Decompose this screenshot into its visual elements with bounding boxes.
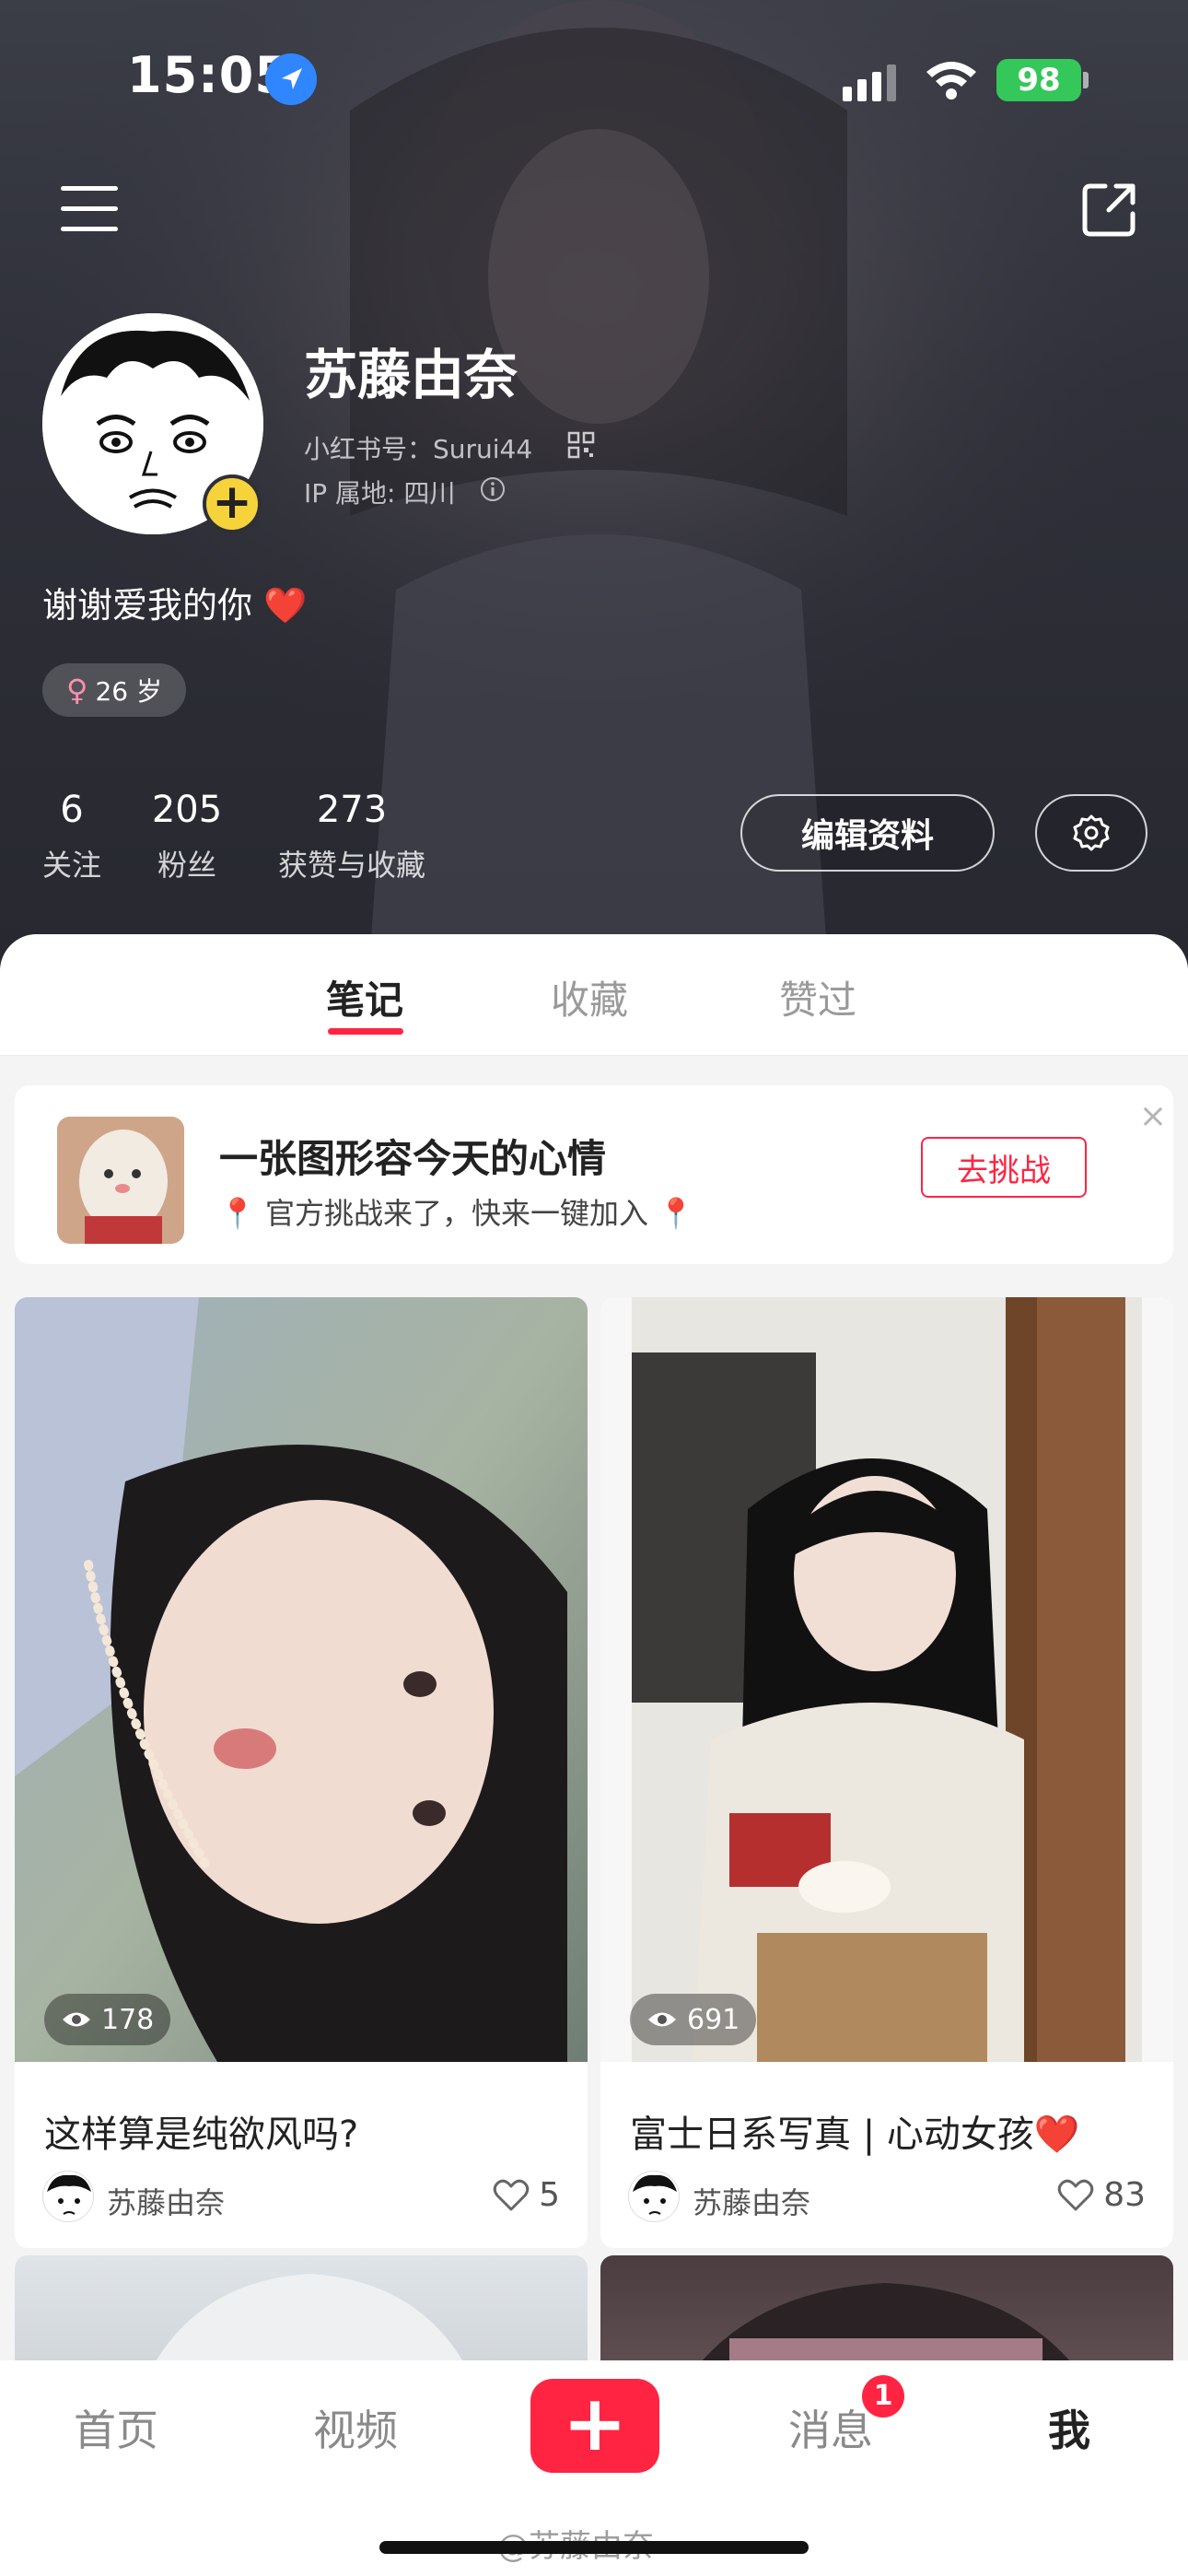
note-card[interactable]: 691 富士日系写真 | 心动女孩❤️ 苏藤由奈 83 [600, 1297, 1173, 2248]
cellular-signal-icon [843, 64, 896, 101]
stat-value: 6 [60, 789, 84, 831]
challenge-title: 一张图形容今天的心情 [219, 1136, 607, 1181]
note-cover-image [15, 1297, 588, 2062]
location-arrow-icon [265, 53, 317, 105]
bio: 谢谢爱我的你 ❤️ [42, 585, 308, 626]
info-icon[interactable] [479, 475, 507, 503]
battery-cap [1083, 72, 1089, 88]
stat-value: 205 [151, 789, 223, 831]
stat-value: 273 [316, 789, 388, 831]
create-post-button[interactable]: + [530, 2379, 659, 2473]
home-indicator [379, 2541, 809, 2554]
like-count: 83 [1103, 2176, 1146, 2214]
hamburger-menu-icon[interactable] [61, 184, 118, 232]
nav-video[interactable]: 视频 [313, 2397, 398, 2458]
note-title: 富士日系写真 | 心动女孩❤️ [630, 2113, 1080, 2156]
cartoon-face-icon [633, 2174, 677, 2215]
eye-icon [63, 2012, 90, 2027]
tab-bar: 笔记 收藏 赞过 [0, 934, 1188, 1056]
age-label: 26 岁 [95, 676, 162, 707]
eye-icon [648, 2012, 676, 2027]
stat-following[interactable]: 6 关注 [42, 789, 101, 884]
add-avatar-button[interactable]: + [203, 474, 262, 533]
close-icon[interactable]: × [1135, 1098, 1171, 1135]
stat-label: 关注 [42, 848, 102, 883]
wifi-icon [926, 62, 976, 100]
heart-outline-icon [493, 2179, 530, 2210]
view-count: 691 [630, 1994, 757, 2045]
tab-notes[interactable]: 笔记 [326, 969, 403, 1025]
note-cover-image [600, 1297, 1173, 2062]
challenge-banner[interactable]: 一张图形容今天的心情 📍 官方挑战来了，快来一键加入 📍 去挑战 × [15, 1085, 1173, 1264]
like-count: 5 [539, 2176, 560, 2214]
status-bar: 15:05 98 [0, 0, 1188, 157]
author-avatar [628, 2171, 680, 2222]
author-name: 苏藤由奈 [107, 2185, 226, 2220]
challenge-thumbnail [57, 1117, 184, 1244]
nav-home[interactable]: 首页 [74, 2397, 158, 2458]
view-count-value: 178 [101, 2003, 155, 2036]
stat-label: 获赞与收藏 [277, 848, 425, 883]
like-button[interactable]: 5 [493, 2176, 560, 2214]
settings-button[interactable] [1035, 794, 1147, 872]
author-avatar [42, 2171, 94, 2222]
like-button[interactable]: 83 [1057, 2176, 1146, 2214]
note-card[interactable]: 178 这样算是纯欲风吗? 苏藤由奈 5 [15, 1297, 588, 2248]
female-icon: ♀ [66, 673, 88, 708]
plush-toy-image [57, 1117, 184, 1244]
edit-profile-button[interactable]: 编辑资料 [740, 794, 995, 872]
stat-label: 粉丝 [157, 848, 216, 883]
nav-messages[interactable]: 消息 [788, 2397, 873, 2458]
battery-level: 98 [1017, 62, 1061, 99]
gender-age-badge: ♀ 26 岁 [42, 663, 186, 717]
view-count: 178 [44, 1994, 171, 2045]
view-count-value: 691 [687, 2003, 740, 2036]
profile-header: 15:05 98 + 苏藤由奈 小红书号：Surui44 IP 属地: 四川 谢… [0, 0, 1188, 977]
stat-likes-collects[interactable]: 273 获赞与收藏 [269, 789, 435, 884]
message-badge: 1 [862, 2375, 904, 2418]
author-name: 苏藤由奈 [693, 2185, 811, 2220]
share-icon[interactable] [1081, 181, 1138, 238]
qr-code-icon[interactable] [567, 431, 595, 459]
challenge-subtitle: 📍 官方挑战来了，快来一键加入 📍 [219, 1196, 695, 1231]
tab-liked[interactable]: 赞过 [779, 969, 856, 1025]
stat-followers[interactable]: 205 粉丝 [147, 789, 227, 884]
nav-me[interactable]: 我 [1048, 2397, 1090, 2458]
tab-collections[interactable]: 收藏 [551, 969, 628, 1025]
gear-icon [1073, 814, 1110, 851]
active-tab-indicator [328, 1028, 403, 1035]
battery-icon: 98 [996, 59, 1081, 101]
heart-outline-icon [1057, 2179, 1094, 2210]
red-id: 小红书号：Surui44 [304, 434, 533, 464]
note-title: 这样算是纯欲风吗? [44, 2113, 359, 2156]
content-area: 笔记 收藏 赞过 一张图形容今天的心情 📍 官方挑战来了，快来一键加入 📍 去挑… [0, 934, 1188, 2576]
ip-location: IP 属地: 四川 [304, 478, 456, 509]
nickname: 苏藤由奈 [304, 344, 518, 406]
join-challenge-button[interactable]: 去挑战 [921, 1137, 1087, 1198]
cartoon-face-icon [47, 2174, 91, 2215]
